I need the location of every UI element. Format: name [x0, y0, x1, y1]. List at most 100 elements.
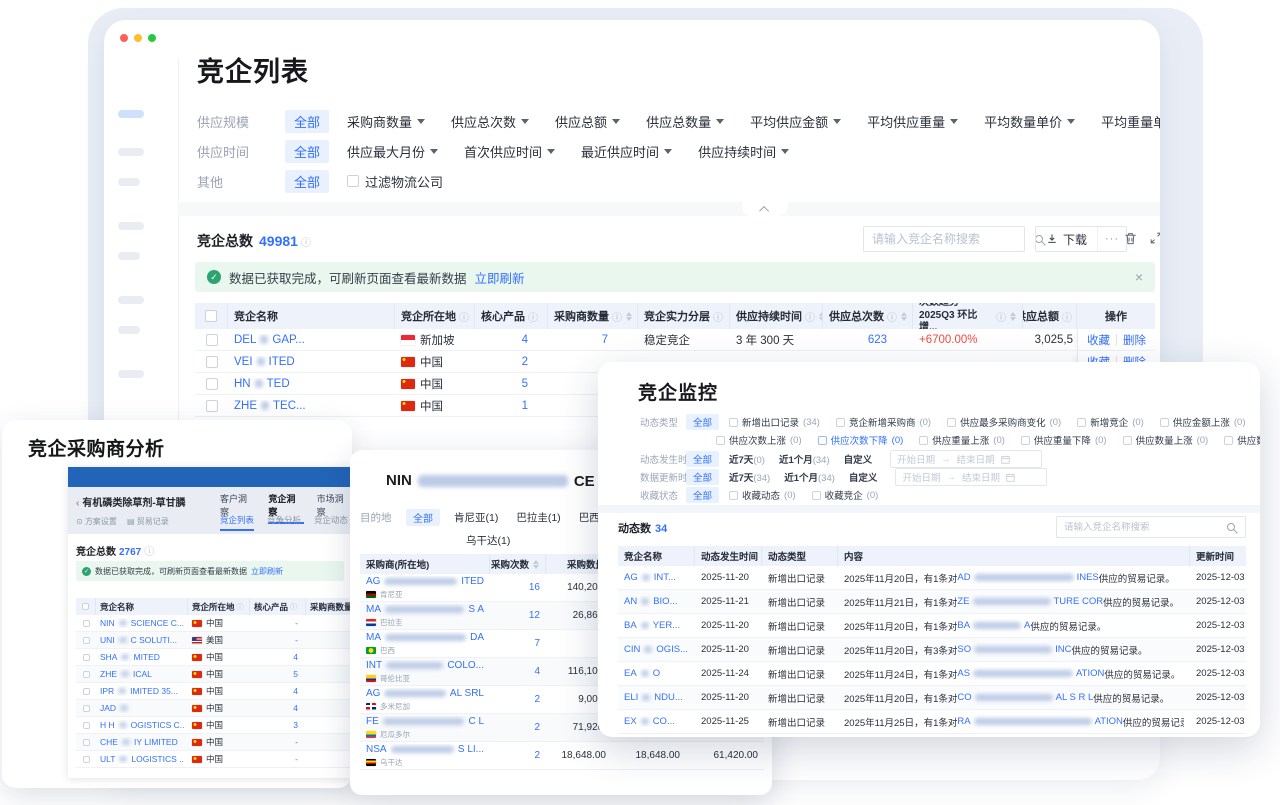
info-icon[interactable]: ⓘ	[805, 309, 815, 324]
download-button[interactable]: 下载	[1036, 227, 1097, 251]
filter-all-chip[interactable]: 全部	[285, 140, 329, 163]
select-all-checkbox[interactable]	[82, 603, 89, 610]
destination-option[interactable]: 肯尼亚(1)	[454, 510, 498, 525]
row-checkbox[interactable]	[83, 739, 90, 746]
collapse-filters-button[interactable]	[742, 202, 788, 216]
plan-settings-button[interactable]: ⊙ 方案设置	[76, 516, 117, 527]
company-link-fragment[interactable]: BA	[957, 620, 970, 631]
filter-all-chip[interactable]: 全部	[686, 451, 719, 467]
row-checkbox[interactable]	[83, 671, 90, 678]
company-link-fragment[interactable]: RA	[957, 716, 970, 727]
company-link-fragment[interactable]: ATION	[1095, 716, 1123, 727]
company-name-link[interactable]: HNTED	[234, 378, 290, 390]
info-icon[interactable]: ⓘ	[713, 309, 723, 324]
info-icon[interactable]: ⓘ	[996, 309, 1006, 324]
buyer-name-link[interactable]: INTCOLO...	[366, 660, 484, 671]
row-checkbox[interactable]	[83, 705, 90, 712]
row-checkbox[interactable]	[206, 378, 218, 390]
filter-checkbox[interactable]: 供应数量上涨(0)	[1123, 433, 1209, 447]
filter-checkbox[interactable]: 供应金额上涨(0)	[1160, 415, 1246, 429]
fullscreen-button[interactable]	[1149, 231, 1160, 245]
maximize-window-icon[interactable]	[148, 34, 156, 42]
filter-dropdown[interactable]: 最近供应时间	[581, 142, 672, 161]
purchase-times[interactable]: 2	[490, 686, 546, 713]
company-name-link[interactable]: ULTLOGISTICS ...	[100, 754, 184, 764]
filter-dropdown[interactable]: 首次供应时间	[464, 142, 555, 161]
filter-checkbox[interactable]: 供应数量下降(0)	[1224, 433, 1260, 447]
row-checkbox[interactable]	[206, 334, 218, 346]
sidebar-skeleton-item[interactable]	[118, 222, 144, 230]
sidebar-skeleton-item[interactable]	[118, 252, 140, 260]
company-name-link[interactable]: ZHETEC...	[234, 400, 306, 412]
sub-tab[interactable]: 竞企动态	[314, 514, 348, 531]
company-name-link[interactable]: SHAMITED	[100, 652, 160, 662]
select-all-checkbox[interactable]	[205, 310, 217, 322]
company-name-link[interactable]: BAYER...	[624, 620, 680, 631]
sidebar-skeleton-item[interactable]	[118, 326, 140, 334]
info-icon[interactable]: ⓘ	[887, 309, 897, 324]
date-range-input[interactable]: 开始日期 → 结束日期	[890, 450, 1042, 468]
purchase-times[interactable]: 4	[490, 658, 546, 685]
quick-date-option[interactable]: 近7天(0)	[729, 452, 765, 466]
close-window-icon[interactable]	[120, 34, 128, 42]
info-icon[interactable]: ⓘ	[1062, 309, 1072, 324]
filter-checkbox[interactable]: 供应重量上涨(0)	[919, 433, 1005, 447]
filter-dropdown[interactable]: 供应最大月份	[347, 142, 438, 161]
company-name-link[interactable]: ANBIO...	[624, 596, 678, 607]
filter-dropdown[interactable]: 平均供应重量	[867, 112, 958, 131]
search-input[interactable]	[864, 232, 1035, 246]
company-name-link[interactable]: DELGAP...	[234, 334, 305, 346]
sort-icon[interactable]	[533, 560, 539, 569]
destination-option[interactable]: 巴拉圭(1)	[516, 510, 560, 525]
buyer-name-link[interactable]: MAS A	[366, 604, 484, 615]
filter-dropdown[interactable]: 平均供应金额	[750, 112, 841, 131]
core-product-count[interactable]: 4	[475, 329, 548, 350]
filter-checkbox[interactable]: 新增竞企(0)	[1077, 415, 1144, 429]
company-link-fragment[interactable]: INES	[1077, 572, 1099, 583]
sort-icon[interactable]	[1010, 312, 1016, 321]
company-name-link[interactable]: AGINT...	[624, 572, 676, 583]
core-product-count[interactable]: -	[250, 751, 306, 767]
company-name-link[interactable]: EXCO...	[624, 716, 675, 727]
info-icon[interactable]: ⓘ	[290, 602, 297, 612]
buyer-count[interactable]: 7	[548, 329, 638, 350]
delete-button[interactable]	[1123, 231, 1138, 246]
core-product-count[interactable]: 5	[250, 666, 306, 682]
filter-checkbox[interactable]: 收藏竞企(0)	[812, 488, 879, 502]
filter-dropdown[interactable]: 采购商数量	[347, 112, 425, 131]
quick-date-option[interactable]: 近1个月(34)	[784, 470, 835, 484]
core-product-count[interactable]: 2	[475, 351, 548, 372]
company-name-link[interactable]: ELINDU...	[624, 692, 683, 703]
filter-all-chip[interactable]: 全部	[686, 487, 719, 503]
filter-dropdown[interactable]: 供应总次数	[451, 112, 529, 131]
date-range-input[interactable]: 开始日期 → 结束日期	[895, 468, 1047, 486]
search-input[interactable]	[1057, 522, 1227, 533]
trade-records-button[interactable]: ▤ 贸易记录	[127, 516, 169, 527]
company-link-fragment[interactable]: AS	[957, 668, 970, 679]
info-icon[interactable]: ⓘ	[237, 602, 244, 612]
company-link-fragment[interactable]: SO	[957, 644, 971, 655]
buyer-name-link[interactable]: AGITED	[366, 576, 484, 587]
competitor-search-input[interactable]	[863, 226, 1025, 252]
company-link-fragment[interactable]: AL S R L	[1056, 692, 1094, 703]
info-icon[interactable]: ⓘ	[528, 309, 538, 324]
custom-date-option[interactable]: 自定义	[849, 470, 878, 484]
filter-checkbox[interactable]: 新增出口记录(34)	[729, 415, 820, 429]
row-checkbox[interactable]	[206, 400, 218, 412]
core-product-count[interactable]: -	[250, 615, 306, 631]
company-name-link[interactable]: EAO	[624, 668, 660, 679]
delete-link[interactable]: 删除	[1123, 332, 1146, 348]
refresh-now-link[interactable]: 立即刷新	[475, 268, 525, 287]
breadcrumb[interactable]: ‹有机磷类除草剂-草甘膦	[76, 494, 186, 509]
company-link-fragment[interactable]: AD	[957, 572, 970, 583]
core-product-count[interactable]: 5	[475, 373, 548, 394]
core-product-count[interactable]: 3	[250, 717, 306, 733]
row-checkbox[interactable]	[206, 356, 218, 368]
filter-all-chip[interactable]: 全部	[406, 509, 440, 526]
core-product-count[interactable]: -	[250, 734, 306, 750]
minimize-window-icon[interactable]	[134, 34, 142, 42]
purchase-times[interactable]: 7	[490, 630, 546, 657]
filter-dropdown[interactable]: 平均重量单价	[1101, 112, 1160, 131]
company-name-link[interactable]: IPRIMITED 35...	[100, 686, 178, 696]
filter-dropdown[interactable]: 供应总数量	[646, 112, 724, 131]
